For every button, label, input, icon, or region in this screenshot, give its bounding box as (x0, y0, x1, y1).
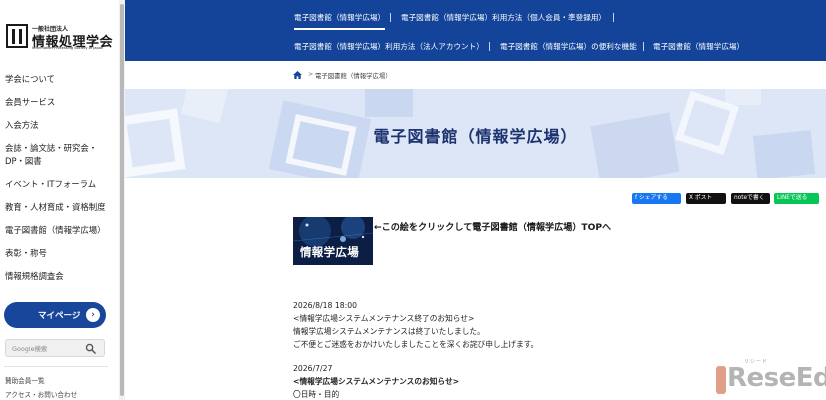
sidebar-item-publications-cont[interactable]: DP・図書 (5, 155, 42, 167)
search-input[interactable] (12, 343, 82, 354)
sidebar-item-about[interactable]: 学会について (5, 73, 55, 85)
sidebar-divider (4, 366, 108, 367)
share-x-button[interactable]: X ポスト (686, 193, 726, 204)
sidebar-link-access-contact[interactable]: アクセス・お問い合わせ (5, 389, 77, 399)
topnav-item-library-2[interactable]: 電子図書館（情報学広場） (653, 41, 744, 52)
breadcrumb-current: 電子図書館（情報学広場） (315, 72, 392, 80)
watermark: リシード ReseEd (700, 358, 826, 400)
sidebar-item-digital-library[interactable]: 電子図書館（情報学広場） (5, 224, 106, 236)
topnav-separator (643, 42, 644, 51)
post-date: 2026/8/18 18:00 (293, 301, 358, 310)
arrow-right-icon: › (86, 308, 100, 322)
sidebar-item-education[interactable]: 教育・人材育成・資格制度 (5, 201, 106, 213)
topnav-active-indicator (294, 28, 385, 30)
post-line: ご不便とご迷惑をおかけいたしましたことを深くお詫び申し上げます。 (293, 340, 539, 349)
share-note-button[interactable]: noteで書く (731, 193, 770, 204)
topnav-separator (390, 13, 391, 22)
sidebar-item-standards[interactable]: 情報規格調査会 (5, 270, 64, 282)
post-line: 情報学広場システムメンテナンスは終了いたしました。 (293, 327, 485, 336)
sidebar-item-events[interactable]: イベント・ITフォーラム (5, 178, 96, 190)
topnav-separator (613, 13, 614, 22)
banner-text: 情報学広場 (300, 245, 359, 259)
search-icon[interactable] (85, 343, 96, 354)
topnav-separator (489, 42, 490, 51)
mypage-button[interactable]: マイページ › (4, 302, 106, 328)
library-banner-image[interactable]: 情報学広場 (293, 217, 373, 265)
sidebar-scrollbar-thumb[interactable] (120, 4, 124, 396)
search-box (5, 339, 105, 357)
share-line-button[interactable]: LINEで送る (774, 193, 819, 204)
watermark-text: ReseEd (727, 363, 826, 393)
topnav-item-features[interactable]: 電子図書館（情報学広場）の便利な機能 (500, 41, 637, 52)
watermark-mark (716, 366, 726, 394)
hero-banner: 電子図書館（情報学広場） (125, 89, 826, 178)
share-facebook-button[interactable]: f シェアする (632, 193, 681, 204)
page-title: 電子図書館（情報学広場） (373, 127, 578, 146)
sidebar-item-join[interactable]: 入会方法 (5, 119, 39, 131)
sidebar-item-publications[interactable]: 会誌・論文誌・研究会・ (5, 142, 97, 154)
breadcrumb-separator: > (308, 70, 314, 78)
post-date: 2026/7/27 (293, 364, 333, 373)
sidebar: 一般社団法人 情報処理学会 Information Processing Soc… (0, 0, 119, 400)
top-nav: 電子図書館（情報学広場） 電子図書館（情報学広場）利用方法（個人会員・準登録用）… (125, 0, 826, 61)
topnav-item-usage-individual[interactable]: 電子図書館（情報学広場）利用方法（個人会員・準登録用） (401, 12, 606, 23)
banner-caption-link[interactable]: ←この絵をクリックして電子図書館（情報学広場）TOPへ (374, 219, 611, 233)
mypage-label: マイページ (38, 311, 81, 321)
sidebar-item-awards[interactable]: 表彰・称号 (5, 247, 47, 259)
post-line: 〇日時・目的 (293, 390, 340, 399)
logo-org-name-en: Information Processing Society of Japan (32, 46, 104, 50)
ipsj-logo-icon (6, 24, 28, 48)
sidebar-link-supporting-members[interactable]: 賛助会員一覧 (5, 375, 45, 385)
sidebar-item-member-services[interactable]: 会員サービス (5, 96, 55, 108)
post-title: <情報学広場システムメンテナンスのお知らせ> (293, 377, 460, 386)
post-title: <情報学広場システムメンテナンス終了のお知らせ> (293, 314, 475, 323)
topnav-item-usage-corporate[interactable]: 電子図書館（情報学広場）利用方法（法人アカウント） (294, 41, 484, 52)
site-logo[interactable]: 一般社団法人 情報処理学会 Information Processing Soc… (6, 24, 116, 50)
home-icon[interactable] (293, 71, 302, 79)
topnav-item-library[interactable]: 電子図書館（情報学広場） (294, 12, 385, 23)
